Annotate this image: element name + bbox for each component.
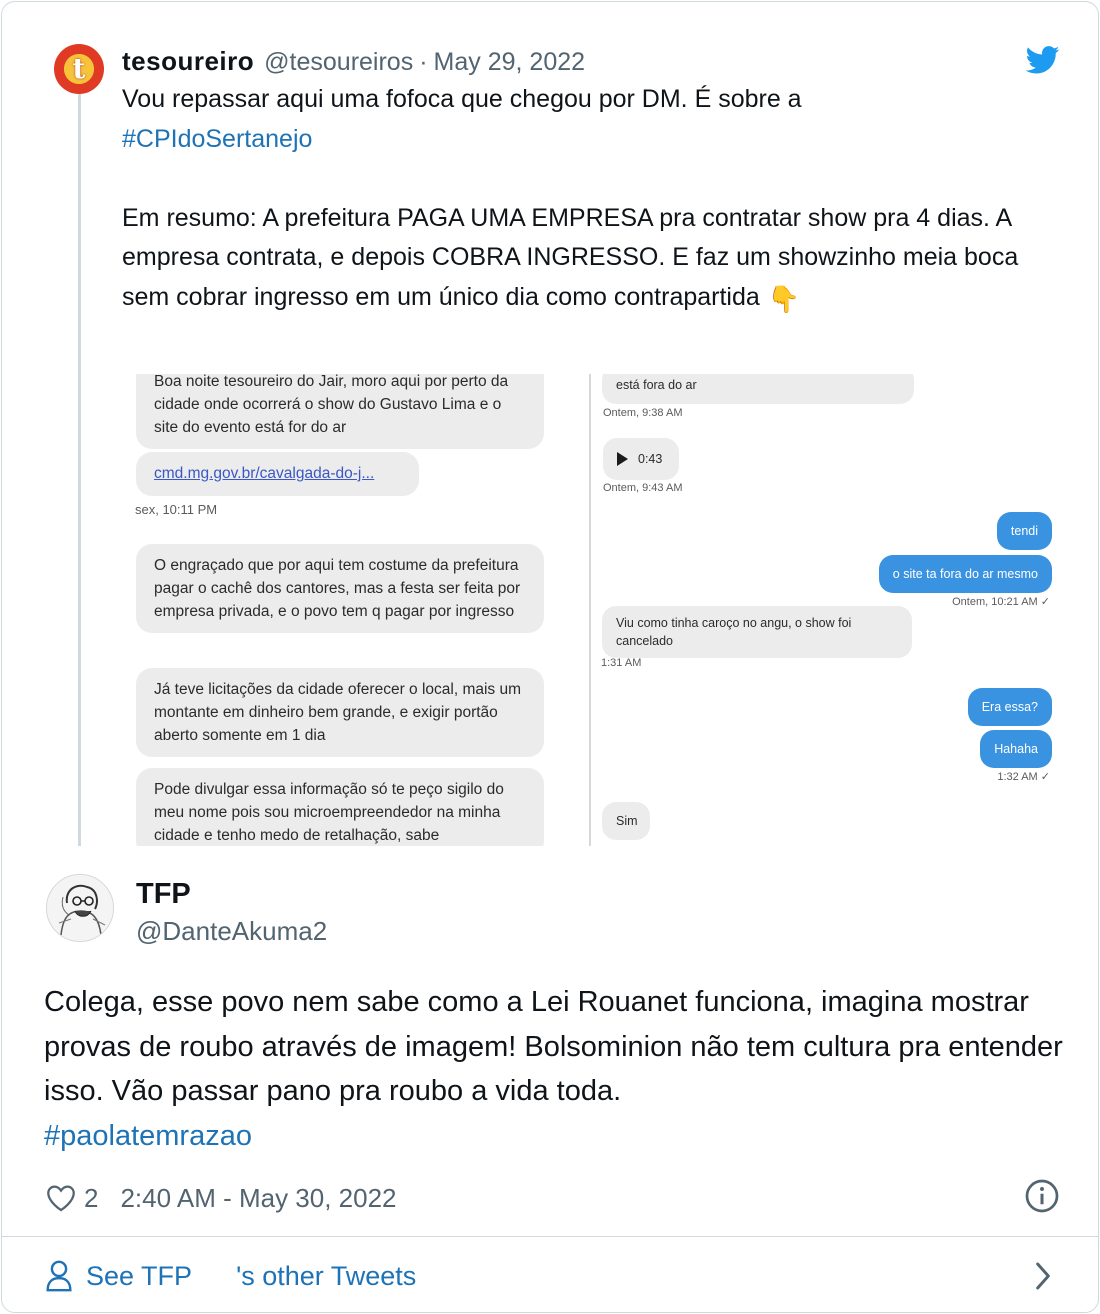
main-tweet-body: Colega, esse povo nem sabe como a Lei Ro… (44, 986, 1063, 1107)
attached-image-chat-screenshots[interactable]: Boa noite tesoureiro do Jair, moro aqui … (122, 374, 1062, 846)
screenshot-divider (589, 374, 591, 846)
parent-tweet-text: Vou repassar aqui uma fofoca que chegou … (122, 80, 1062, 319)
thread-connector-line (78, 94, 81, 846)
parent-tweet-date[interactable]: May 29, 2022 (434, 48, 586, 77)
chat-message-incoming: Boa noite tesoureiro do Jair, moro aqui … (136, 374, 544, 449)
main-tweet-timestamp[interactable]: 2:40 AM - May 30, 2022 (120, 1183, 396, 1214)
parent-author-name[interactable]: tesoureiro (122, 46, 254, 77)
parent-hashtag-link[interactable]: #CPIdoSertanejo (122, 120, 1062, 160)
main-author-handle[interactable]: @DanteAkuma2 (136, 916, 327, 947)
parent-tweet-header: tesoureiro @tesoureiros · May 29, 2022 (122, 46, 585, 78)
parent-text-line: Vou repassar aqui uma fofoca que chegou … (122, 85, 802, 113)
parent-avatar[interactable]: t (54, 44, 104, 94)
embedded-tweet-card: t tesoureiro @tesoureiros · May 29, 2022… (1, 1, 1099, 1313)
chat-timestamp: Ontem, 10:21 AM ✓ (952, 595, 1050, 608)
chat-message-incoming: O engraçado que por aqui tem costume da … (136, 544, 544, 633)
chat-timestamp: Ontem, 9:43 AM (603, 482, 683, 494)
chat-message-incoming: Viu como tinha caroço no angu, o show fo… (602, 606, 912, 658)
pointing-down-emoji-icon: 👇 (767, 283, 801, 314)
chat-timestamp: 1:32 AM ✓ (997, 771, 1050, 783)
parent-summary: Em resumo: A prefeitura PAGA UMA EMPRESA… (122, 199, 1062, 320)
person-icon (46, 1260, 72, 1292)
info-icon[interactable] (1024, 1178, 1060, 1214)
see-other-tweets-label[interactable]: See TFP (86, 1261, 192, 1292)
play-icon (617, 452, 628, 466)
chat-timestamp: Ontem, 9:38 AM (603, 407, 683, 419)
chat-message-incoming: está fora do ar (602, 374, 914, 404)
heart-icon[interactable] (44, 1181, 78, 1215)
main-hashtag-link[interactable]: #paolatemrazao (44, 1120, 252, 1152)
audio-duration: 0:43 (638, 452, 663, 466)
footer-divider (2, 1236, 1098, 1237)
twitter-bird-icon[interactable] (1026, 46, 1060, 74)
chat-message-outgoing: Era essa? (967, 688, 1052, 726)
sketch-portrait-avatar-icon (47, 875, 113, 941)
chat-message-outgoing: Hahaha (980, 730, 1052, 768)
chat-message-outgoing: o site ta fora do ar mesmo (878, 555, 1052, 593)
left-chat-screenshot: Boa noite tesoureiro do Jair, moro aqui … (122, 374, 582, 846)
see-other-tweets-suffix[interactable]: 's other Tweets (236, 1261, 416, 1292)
tweet-meta-row: 2 2:40 AM - May 30, 2022 (44, 1178, 397, 1218)
chat-message-outgoing: tendi (996, 512, 1052, 550)
chevron-right-icon[interactable] (1032, 1260, 1054, 1292)
main-author-name[interactable]: TFP (136, 878, 191, 911)
header-separator: · (419, 48, 428, 76)
parent-summary-text: Em resumo: A prefeitura PAGA UMA EMPRESA… (122, 203, 1019, 311)
see-other-tweets-link[interactable]: See TFP 's other Tweets (44, 1256, 416, 1296)
main-tweet-text: Colega, esse povo nem sabe como a Lei Ro… (44, 980, 1064, 1158)
chat-link-bubble: cmd.mg.gov.br/cavalgada-do-j... (136, 452, 419, 496)
chat-audio-message: 0:43 (603, 438, 679, 480)
chat-link: cmd.mg.gov.br/cavalgada-do-j... (154, 465, 375, 482)
like-count[interactable]: 2 (84, 1183, 98, 1214)
tesoureiro-logo-icon: t (72, 52, 86, 85)
chat-timestamp: 1:31 AM (601, 657, 642, 669)
chat-message-incoming: Sim (602, 802, 650, 840)
right-chat-screenshot: está fora do ar Ontem, 9:38 AM 0:43 Onte… (597, 374, 1062, 846)
chat-timestamp-text: Ontem, 10:21 AM ✓ (952, 596, 1050, 608)
parent-author-handle[interactable]: @tesoureiros (264, 48, 413, 77)
main-author-avatar[interactable] (46, 874, 114, 942)
chat-message-incoming: Já teve licitações da cidade oferecer o … (136, 668, 544, 757)
chat-message-incoming: Pode divulgar essa informação só te peço… (136, 768, 544, 846)
chat-timestamp: sex, 10:11 PM (135, 502, 218, 517)
